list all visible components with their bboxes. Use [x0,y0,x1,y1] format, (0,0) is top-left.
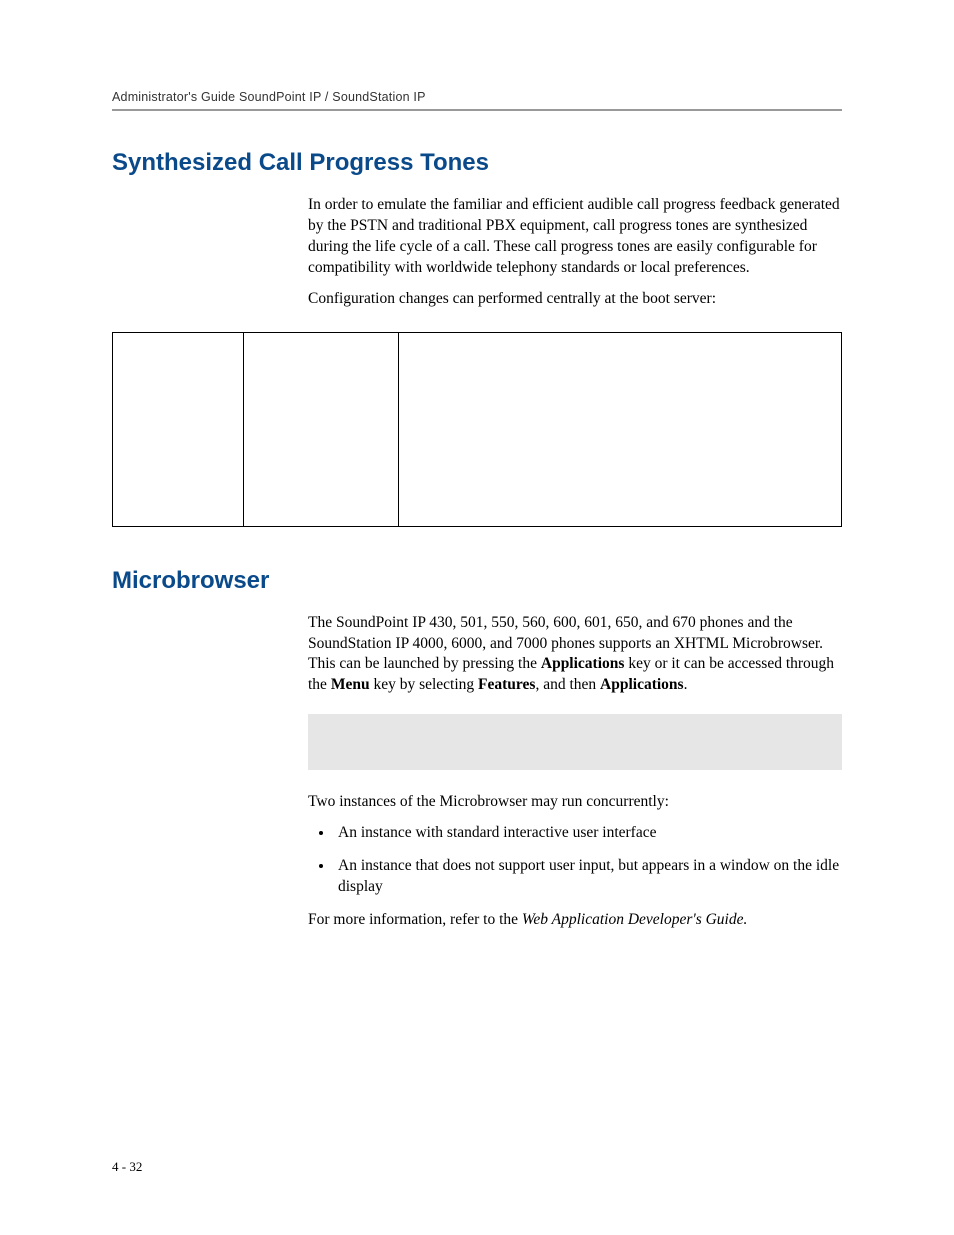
heading-synthesized-tones: Synthesized Call Progress Tones [112,149,842,177]
text-bold-applications: Applications [541,655,625,672]
heading-microbrowser: Microbrowser [112,567,842,595]
page-number: 4 - 32 [112,1159,142,1175]
bullet-list: An instance with standard interactive us… [308,823,842,898]
list-item: An instance that does not support user i… [334,856,842,898]
section2-para2: Two instances of the Microbrowser may ru… [308,792,842,813]
section2-para3: For more information, refer to the Web A… [308,910,842,931]
section1-para1: In order to emulate the familiar and eff… [308,195,842,279]
config-table [112,332,842,527]
section1-para2: Configuration changes can performed cent… [308,289,842,310]
header-rule [112,109,842,111]
note-box [308,714,842,770]
running-header: Administrator's Guide SoundPoint IP / So… [112,90,842,104]
page-container: Administrator's Guide SoundPoint IP / So… [0,0,954,1235]
text-run: For more information, refer to the [308,911,522,928]
text-italic-guide: Web Application Developer's Guide. [522,911,747,928]
text-run: key by selecting [370,676,478,693]
table-cell [244,332,399,526]
text-run: , and then [535,676,600,693]
list-item: An instance with standard interactive us… [334,823,842,844]
text-bold-menu: Menu [331,676,370,693]
section2-para1: The SoundPoint IP 430, 501, 550, 560, 60… [308,613,842,697]
text-bold-features: Features [478,676,535,693]
section1-body: In order to emulate the familiar and eff… [308,195,842,310]
text-run: . [684,676,688,693]
table-cell [399,332,842,526]
section2-body: The SoundPoint IP 430, 501, 550, 560, 60… [308,613,842,931]
text-bold-applications-2: Applications [600,676,684,693]
table-cell [113,332,244,526]
